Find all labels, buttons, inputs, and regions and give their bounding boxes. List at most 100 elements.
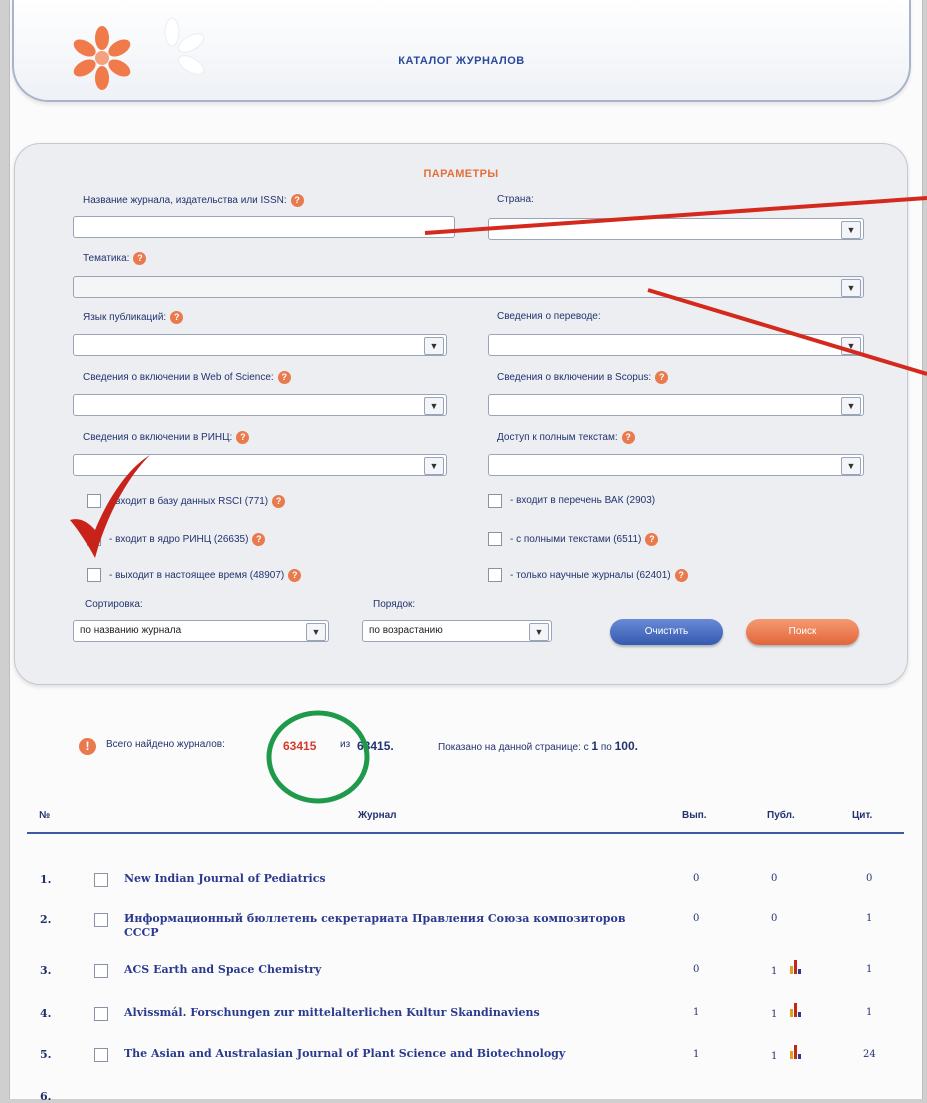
journal-link[interactable]: The Asian and Australasian Journal of Pl… <box>124 1047 634 1061</box>
chevron-down-icon: ▼ <box>306 623 326 641</box>
shown-range: Показано на данной странице: с 1 по 100. <box>438 739 638 753</box>
help-icon[interactable]: ? <box>655 371 669 384</box>
help-icon[interactable]: ? <box>290 194 304 207</box>
cit-value: 1 <box>866 913 873 924</box>
fulltext-checkbox[interactable] <box>488 532 502 546</box>
clear-button[interactable]: Очистить <box>610 619 723 645</box>
current-checkbox[interactable] <box>87 568 101 582</box>
found-of: из <box>340 739 351 750</box>
vak-checkbox[interactable] <box>488 494 502 508</box>
chevron-down-icon: ▼ <box>841 337 861 355</box>
chevron-down-icon: ▼ <box>529 623 549 641</box>
rsci-label: - входит в базу данных RSCI (771)? <box>109 495 286 508</box>
stats-chart-icon[interactable] <box>790 960 804 974</box>
issues-value: 1 <box>693 1007 700 1018</box>
row-number: 1. <box>40 873 52 886</box>
issues-value: 0 <box>693 873 700 884</box>
issues-value: 0 <box>693 964 700 975</box>
scientific-checkbox[interactable] <box>488 568 502 582</box>
pubs-value: 1 <box>771 1051 778 1062</box>
chevron-down-icon: ▼ <box>424 337 444 355</box>
rsci-checkbox[interactable] <box>87 494 101 508</box>
found-count: 63415 <box>283 739 317 753</box>
country-label: Страна: <box>497 194 534 205</box>
help-icon[interactable]: ? <box>133 252 147 265</box>
chevron-down-icon: ▼ <box>424 457 444 475</box>
pubs-value: 0 <box>771 913 778 924</box>
chevron-down-icon: ▼ <box>841 221 861 239</box>
info-icon: ! <box>79 738 96 755</box>
help-icon[interactable]: ? <box>170 311 184 324</box>
chevron-down-icon: ▼ <box>841 279 861 297</box>
language-select[interactable]: ▼ <box>73 334 447 356</box>
issues-value: 1 <box>693 1049 700 1060</box>
translation-label: Сведения о переводе: <box>497 311 601 322</box>
parameters-title: ПАРАМЕТРЫ <box>423 168 499 180</box>
stats-chart-icon[interactable] <box>790 1003 804 1017</box>
rinc-select[interactable]: ▼ <box>73 454 447 476</box>
topic-select[interactable]: ▼ <box>73 276 864 298</box>
col-header-journal[interactable]: Журнал <box>358 810 397 821</box>
header-divider <box>27 832 904 834</box>
chevron-down-icon: ▼ <box>424 397 444 415</box>
row-number: 3. <box>40 964 52 977</box>
topic-label: Тематика:? <box>83 252 147 265</box>
help-icon[interactable]: ? <box>236 431 250 444</box>
wos-select[interactable]: ▼ <box>73 394 447 416</box>
col-header-num: № <box>39 810 51 821</box>
issues-value: 0 <box>693 913 700 924</box>
row-number: 4. <box>40 1007 52 1020</box>
journal-link[interactable]: Информационный бюллетень секретариата Пр… <box>124 912 634 940</box>
journal-search-input[interactable] <box>73 216 455 238</box>
fulltext-select[interactable]: ▼ <box>488 454 864 476</box>
scopus-select[interactable]: ▼ <box>488 394 864 416</box>
row-checkbox[interactable] <box>94 1048 108 1062</box>
row-checkbox[interactable] <box>94 1007 108 1021</box>
journal-link[interactable]: Alvissmál. Forschungen zur mittelalterli… <box>124 1006 634 1020</box>
journal-link[interactable]: ACS Earth and Space Chemistry <box>124 963 634 977</box>
vak-label: - входит в перечень ВАК (2903) <box>510 495 656 506</box>
scientific-label: - только научные журналы (62401)? <box>510 569 688 582</box>
sort-select[interactable]: по названию журнала ▼ <box>73 620 329 642</box>
wos-label: Сведения о включении в Web of Science:? <box>83 371 291 384</box>
order-select[interactable]: по возрастанию ▼ <box>362 620 552 642</box>
help-icon[interactable]: ? <box>288 569 302 582</box>
rinc-core-label: - входит в ядро РИНЦ (26635)? <box>109 533 266 546</box>
row-checkbox[interactable] <box>94 913 108 927</box>
row-checkbox[interactable] <box>94 964 108 978</box>
journal-link[interactable]: New Indian Journal of Pediatrics <box>124 872 634 886</box>
row-checkbox[interactable] <box>94 873 108 887</box>
help-icon[interactable]: ? <box>272 495 286 508</box>
help-icon[interactable]: ? <box>645 533 659 546</box>
current-label: - выходит в настоящее время (48907)? <box>109 569 302 582</box>
col-header-pubs[interactable]: Публ. <box>767 810 795 821</box>
fulltext-cb-label: - с полными текстами (6511)? <box>510 533 659 546</box>
help-icon[interactable]: ? <box>621 431 635 444</box>
row-number: 2. <box>40 913 52 926</box>
country-select[interactable]: ▼ <box>488 218 864 240</box>
search-button[interactable]: Поиск <box>746 619 859 645</box>
cit-value: 1 <box>866 1007 873 1018</box>
help-icon[interactable]: ? <box>252 533 266 546</box>
col-header-issues[interactable]: Вып. <box>682 810 707 821</box>
col-header-cit[interactable]: Цит. <box>852 810 872 821</box>
help-icon[interactable]: ? <box>674 569 688 582</box>
order-value: по возрастанию <box>369 625 443 636</box>
chevron-down-icon: ▼ <box>841 457 861 475</box>
pubs-value: 0 <box>771 873 778 884</box>
rinc-core-checkbox[interactable] <box>87 532 101 546</box>
row-number-partial: 6. <box>40 1090 52 1103</box>
pubs-value: 1 <box>771 1009 778 1020</box>
translation-select[interactable]: ▼ <box>488 334 864 356</box>
parameters-panel: ПАРАМЕТРЫ Название журнала, издательства… <box>14 143 908 685</box>
journal-label: Название журнала, издательства или ISSN:… <box>83 194 304 207</box>
stats-chart-icon[interactable] <box>790 1045 804 1059</box>
sort-label: Сортировка: <box>85 599 143 610</box>
chevron-down-icon: ▼ <box>841 397 861 415</box>
cit-value: 1 <box>866 964 873 975</box>
order-label: Порядок: <box>373 599 416 610</box>
row-number: 5. <box>40 1048 52 1061</box>
cit-value: 0 <box>866 873 873 884</box>
help-icon[interactable]: ? <box>277 371 291 384</box>
pubs-value: 1 <box>771 966 778 977</box>
